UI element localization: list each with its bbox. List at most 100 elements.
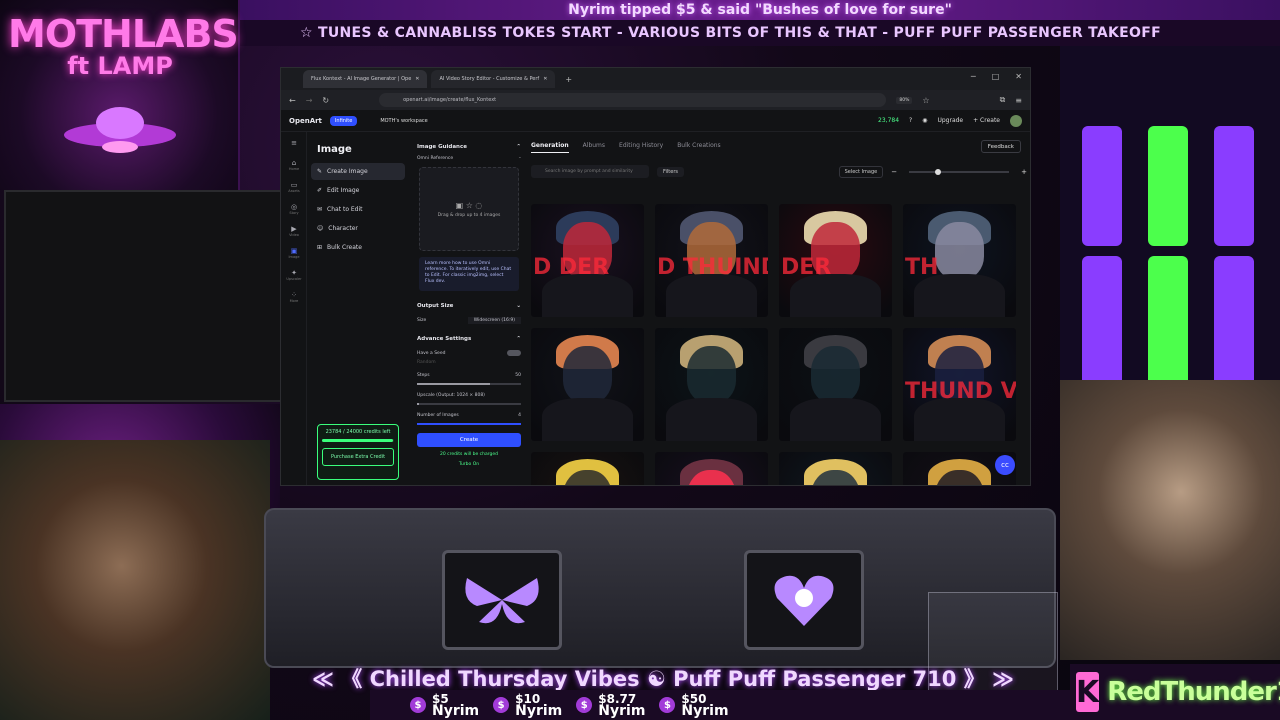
notification-icon[interactable]: ◉ [922,117,927,124]
generated-image-thumb[interactable] [531,452,644,485]
menu-bulk-create[interactable]: ⊞ Bulk Create [311,239,405,256]
support-chat-icon[interactable]: cc [995,455,1015,475]
menu-create-image[interactable]: ✎ Create Image [311,163,405,180]
edit-image-icon: ✐ [317,187,323,194]
menu-edit-image[interactable]: ✐ Edit Image [311,182,405,199]
heart-bulb-chip [744,550,864,650]
menu-toggle-icon[interactable]: ≡ [281,132,307,154]
menu-label: Edit Image [327,187,360,194]
search-input[interactable]: Search image by prompt and similarity [531,165,649,178]
tab-albums[interactable]: Albums [583,142,605,153]
help-icon[interactable]: ? [909,117,912,124]
zoom-slider[interactable] [909,168,1010,175]
menu-chat-to-edit[interactable]: ✉ Chat to Edit [311,201,405,218]
chevron-down-icon[interactable]: ⌄ [516,303,521,309]
reload-icon[interactable]: ↻ [322,96,329,105]
openart-logo[interactable]: OpenArt [289,117,322,125]
tip-alert-bar: Nyrim tipped $5 & said "Bushes of love f… [240,0,1280,20]
feedback-button[interactable]: Feedback [980,140,1021,153]
generated-image-thumb[interactable] [655,452,768,485]
minimize-icon[interactable]: ─ [971,72,976,81]
credits-box: 23784 / 24000 credits left Purchase Extr… [317,424,399,480]
tab-label: AI Video Story Editor - Customize & Perf [439,76,540,82]
generated-image-thumb[interactable]: TH [903,204,1016,317]
close-window-icon[interactable]: ✕ [1015,72,1022,81]
generate-create-button[interactable]: Create [417,433,521,447]
select-image-button[interactable]: Select Image [838,165,884,178]
section-title: Advance Settings [417,336,472,342]
maximize-icon[interactable]: □ [992,72,1000,81]
browser-tab-flux[interactable]: Flux Kontext - AI Image Generator | Ope ✕ [303,70,428,88]
num-images-slider[interactable] [417,423,521,425]
avatar[interactable] [1010,114,1022,127]
omni-reference-row[interactable]: Omni Reference – [413,156,525,161]
donation-item: $ $8.77 Nyrim [576,693,645,718]
dollar-icon: $ [659,697,676,713]
generated-image-thumb[interactable]: DER [779,204,892,317]
image-dropzone[interactable]: ▣ ☆ ◌ Drag & drop up to 4 images [419,167,519,251]
nav-label: Video [289,233,299,237]
seed-label: Have a Seed [417,350,446,356]
menu-icon[interactable]: ≡ [1015,96,1022,105]
nav-image[interactable]: ▣ Image [281,242,307,264]
nav-more[interactable]: ⁘ More [281,286,307,308]
nav-story[interactable]: ◎ Story [281,198,307,220]
close-icon[interactable]: ✕ [543,76,547,82]
turbo-note[interactable]: Turbo On [413,462,525,467]
more-icon: ⁘ [291,291,297,299]
image-guidance-header[interactable]: Image Guidance ⌃ [413,144,525,150]
zoom-indicator[interactable]: 80% [896,96,913,104]
output-size-header[interactable]: Output Size ⌄ [413,303,525,309]
nav-assets[interactable]: ▭ Assets [281,176,307,198]
upgrade-button[interactable]: Upgrade [937,117,963,124]
close-icon[interactable]: ✕ [415,76,419,82]
upload-text: Drag & drop up to 4 images [437,212,501,218]
new-tab-icon[interactable]: + [565,75,572,84]
credits-charge-note: 20 credits will be charged [439,452,499,457]
image-icon: ▣ [290,247,298,255]
generated-image-thumb[interactable]: THUND VILL RE [903,328,1016,441]
create-button[interactable]: + Create [973,117,1000,124]
nav-upscaler[interactable]: ✦ Upscaler [281,264,307,286]
tab-bulk-creations[interactable]: Bulk Creations [677,142,720,153]
zoom-out-icon[interactable]: − [891,168,897,176]
purchase-credit-button[interactable]: Purchase Extra Credit [322,448,394,466]
nav-home[interactable]: ⌂ Home [281,154,307,176]
chevron-up-icon[interactable]: ⌃ [516,336,521,342]
upscale-slider[interactable] [417,403,521,405]
webcam-placeholder-left [4,190,286,402]
minus-icon[interactable]: – [519,156,521,161]
generated-image-thumb[interactable] [655,328,768,441]
generated-image-thumb[interactable] [531,328,644,441]
advance-settings-header[interactable]: Advance Settings ⌃ [413,336,525,342]
num-value[interactable]: 4 [518,413,521,418]
menu-character[interactable]: ☺ Character [311,220,405,237]
streamer-name: RedThunder108 [1107,677,1280,707]
back-icon[interactable]: ← [289,96,296,105]
extensions-icon[interactable]: ⧉ [1000,95,1006,105]
size-row[interactable]: Size Widescreen (16:9) [413,317,525,324]
browser-tab-video[interactable]: AI Video Story Editor - Customize & Perf… [431,70,556,88]
steps-slider[interactable] [417,383,521,385]
tab-generation[interactable]: Generation [531,142,569,153]
upscale-icon: ✦ [291,269,297,277]
nav-video[interactable]: ▶ Video [281,220,307,242]
workspace-selector[interactable]: MOTH's workspace [375,116,432,126]
chevron-up-icon[interactable]: ⌃ [516,144,521,150]
filters-button[interactable]: Filters [657,166,684,177]
bookmark-icon[interactable]: ☆ [922,96,929,105]
seed-input[interactable]: Random [413,360,525,365]
address-input[interactable]: openart.ai/image/create/flux_Kontext [379,93,887,107]
seed-toggle[interactable] [507,350,521,356]
generated-image-thumb[interactable] [779,452,892,485]
steps-value[interactable]: 50 [515,373,521,378]
tab-editing-history[interactable]: Editing History [619,142,663,153]
generated-image-thumb[interactable]: D THUIND [655,204,768,317]
generated-image-thumb[interactable]: D DER [531,204,644,317]
home-icon: ⌂ [291,159,297,167]
size-select[interactable]: Widescreen (16:9) [467,317,521,324]
forward-icon[interactable]: → [306,96,313,105]
zoom-in-icon[interactable]: + [1021,168,1027,176]
generated-image-thumb[interactable] [779,328,892,441]
kick-logo: K [1076,672,1100,712]
